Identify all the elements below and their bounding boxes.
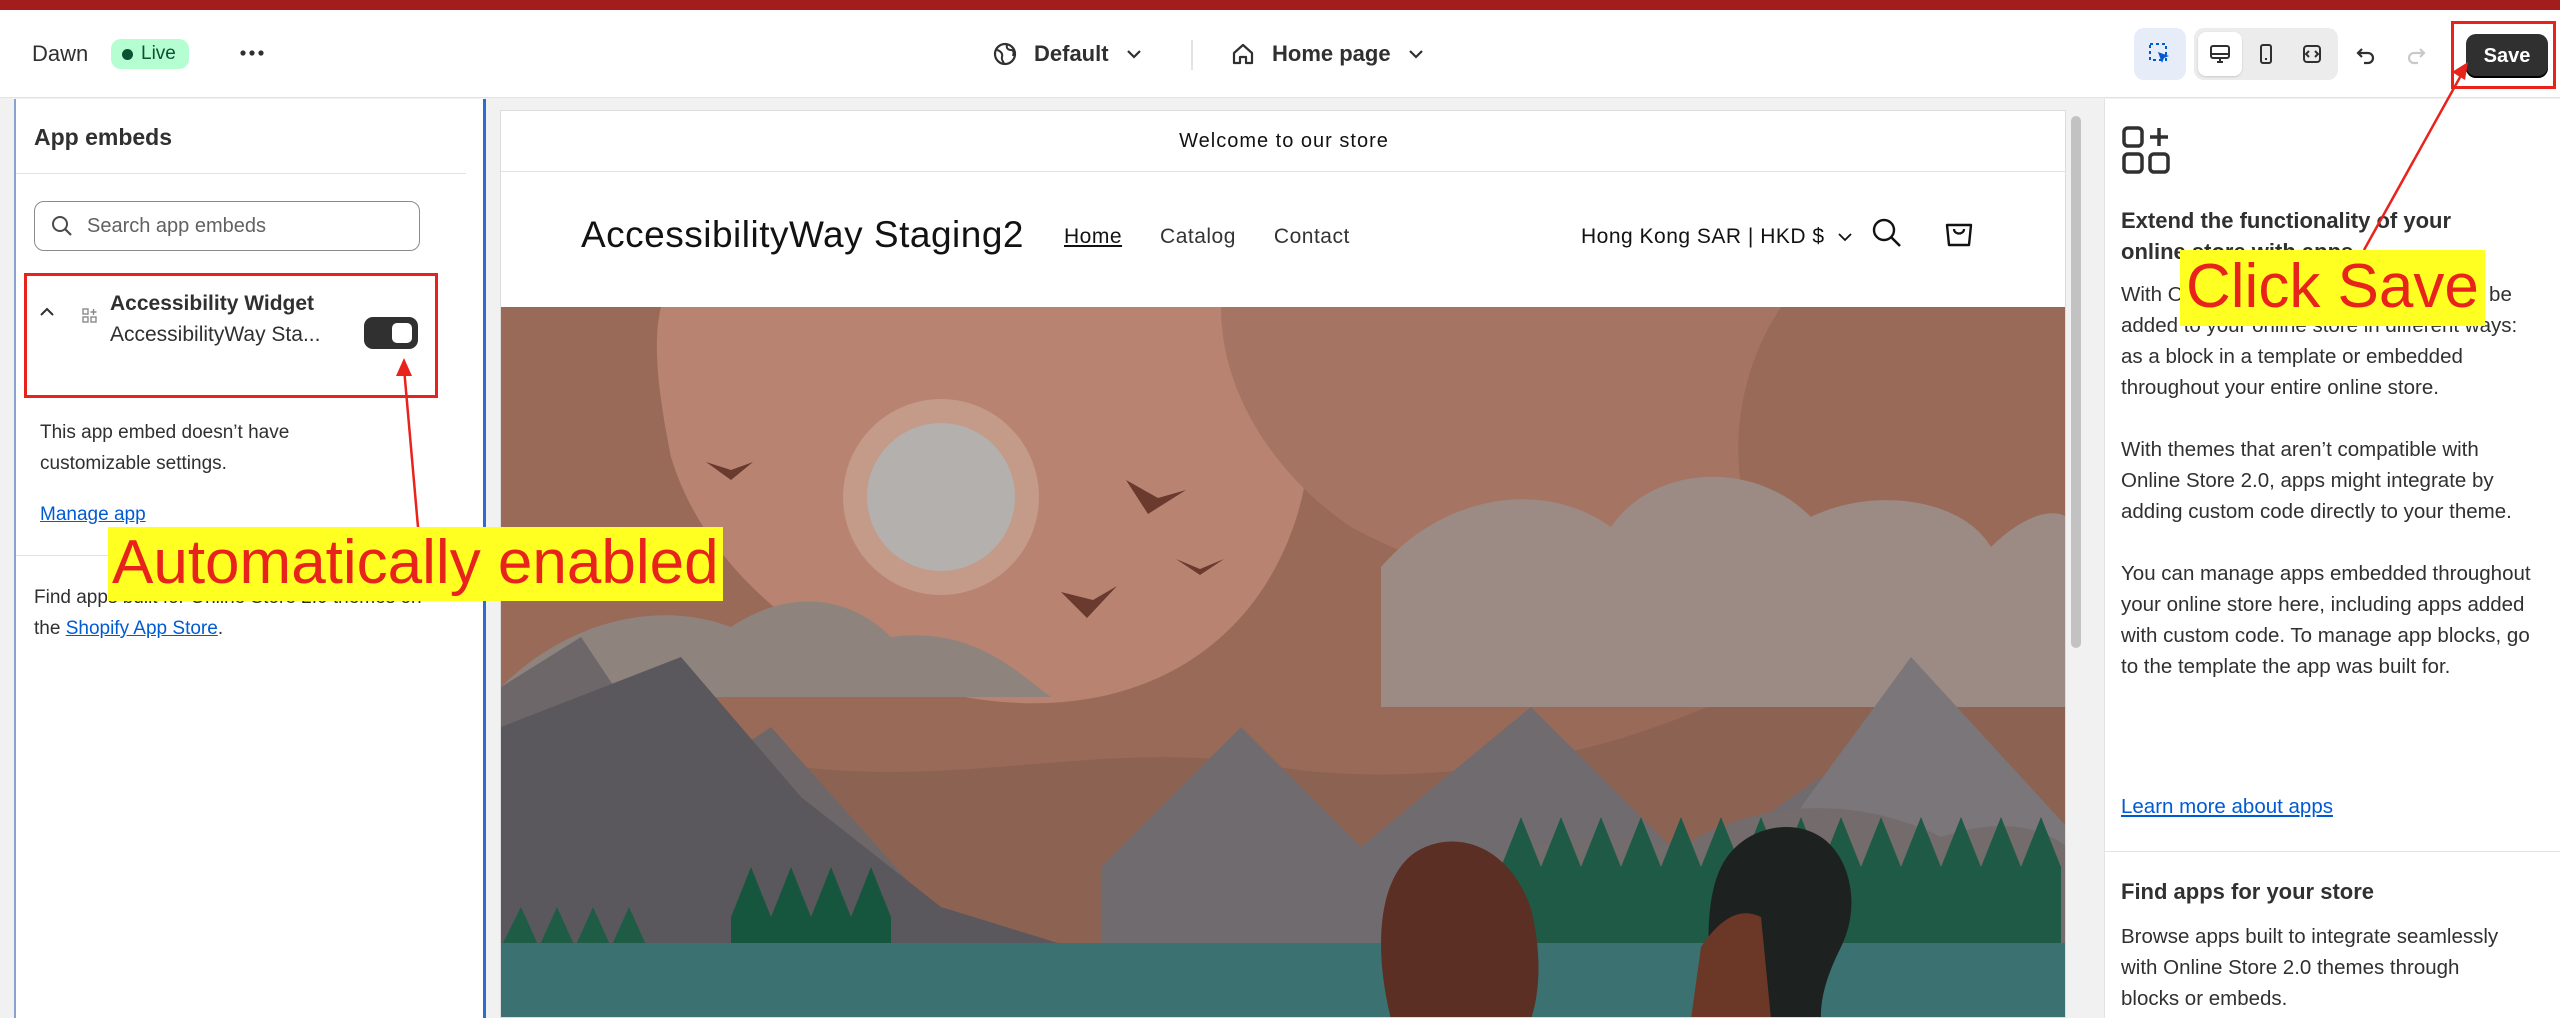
nav-home[interactable]: Home (1064, 225, 1122, 249)
fullscreen-view-button[interactable] (2290, 32, 2334, 76)
desktop-view-button[interactable] (2198, 32, 2242, 76)
more-actions-button[interactable] (234, 36, 270, 70)
preview-scrollbar[interactable] (2066, 110, 2086, 1018)
nav-catalog[interactable]: Catalog (1160, 225, 1236, 249)
globe-icon (993, 42, 1017, 66)
scrollbar-thumb[interactable] (2071, 116, 2081, 648)
top-accent-strip (0, 0, 2560, 10)
store-header: AccessibilityWay Staging2 Home Catalog C… (501, 173, 2065, 307)
embed-settings-note: This app embed doesn’t have customizable… (40, 422, 290, 474)
editor-topbar: Dawn Live Default Home page Save (0, 10, 2560, 98)
app-info-paragraph: With themes that aren’t compatible with … (2121, 438, 2512, 523)
nav-contact[interactable]: Contact (1274, 225, 1350, 249)
hero-image (501, 307, 2065, 1017)
annotation-highlight-save (2451, 21, 2556, 89)
chevron-down-icon (1126, 50, 1141, 59)
find-apps-body: Browse apps built to integrate seamlessl… (2121, 925, 2499, 1010)
live-dot-icon (122, 48, 133, 60)
panel-divider (16, 173, 466, 174)
cart-icon[interactable] (1941, 215, 1977, 251)
inspector-toggle-button[interactable] (2134, 28, 2186, 80)
find-apps-suffix: . (217, 618, 224, 639)
learn-more-apps-link[interactable]: Learn more about apps (2121, 795, 2333, 819)
search-icon (52, 216, 72, 236)
app-info-panel: Extend the functionality of your online … (2104, 99, 2560, 1018)
store-nav: Home Catalog Contact (1064, 225, 1350, 249)
theme-editor: Dawn Live Default Home page Save App emb… (0, 0, 2560, 1018)
mobile-icon (2260, 44, 2272, 64)
expand-icon (2303, 45, 2321, 63)
find-apps-heading: Find apps for your store (2121, 879, 2375, 904)
redo-icon (2407, 48, 2426, 65)
page-selector[interactable]: Home page (1230, 32, 1425, 76)
panel-title: App embeds (34, 124, 173, 150)
theme-name: Dawn (32, 41, 89, 66)
app-info-body: With Online Store 2.0 themes, apps can b… (2121, 279, 2531, 713)
theme-preset-selector[interactable]: Default (992, 32, 1143, 76)
ellipsis-icon (240, 50, 264, 56)
country-selector[interactable]: Hong Kong SAR | HKD $ (1581, 225, 1853, 249)
annotation-auto-enabled: Automatically enabled (108, 527, 723, 601)
theme-preset-label: Default (1034, 41, 1109, 66)
announcement-bar: Welcome to our store (501, 111, 2065, 172)
select-cursor-icon (2149, 43, 2169, 63)
undo-button[interactable] (2346, 36, 2386, 76)
panel-divider (2105, 851, 2560, 852)
manage-app-link[interactable]: Manage app (40, 504, 146, 526)
device-preview-switcher (2194, 28, 2338, 80)
country-selector-label: Hong Kong SAR | HKD $ (1581, 225, 1825, 248)
redo-button[interactable] (2396, 36, 2436, 76)
live-status-badge: Live (111, 39, 189, 69)
undo-icon (2356, 48, 2375, 65)
topbar-separator (1191, 40, 1193, 70)
annotation-click-save: Click Save (2180, 250, 2485, 326)
search-placeholder: Search app embeds (87, 214, 267, 237)
desktop-icon (2210, 45, 2230, 63)
mobile-view-button[interactable] (2244, 32, 2288, 76)
shopify-app-store-link[interactable]: Shopify App Store (66, 618, 218, 639)
chevron-down-icon (1408, 50, 1423, 59)
app-info-paragraph: You can manage apps embedded throughout … (2121, 562, 2531, 678)
chevron-down-icon (1837, 233, 1852, 242)
add-apps-icon (2122, 126, 2170, 174)
annotation-highlight-embed (24, 273, 438, 398)
search-app-embeds-input[interactable]: Search app embeds (34, 201, 420, 251)
store-name[interactable]: AccessibilityWay Staging2 (581, 214, 1024, 256)
search-icon[interactable] (1869, 215, 1905, 251)
live-badge-label: Live (141, 43, 176, 64)
left-rail (0, 99, 16, 1018)
page-selector-label: Home page (1272, 41, 1391, 66)
storefront-preview: Welcome to our store AccessibilityWay St… (500, 110, 2066, 1018)
home-icon (1232, 43, 1254, 65)
